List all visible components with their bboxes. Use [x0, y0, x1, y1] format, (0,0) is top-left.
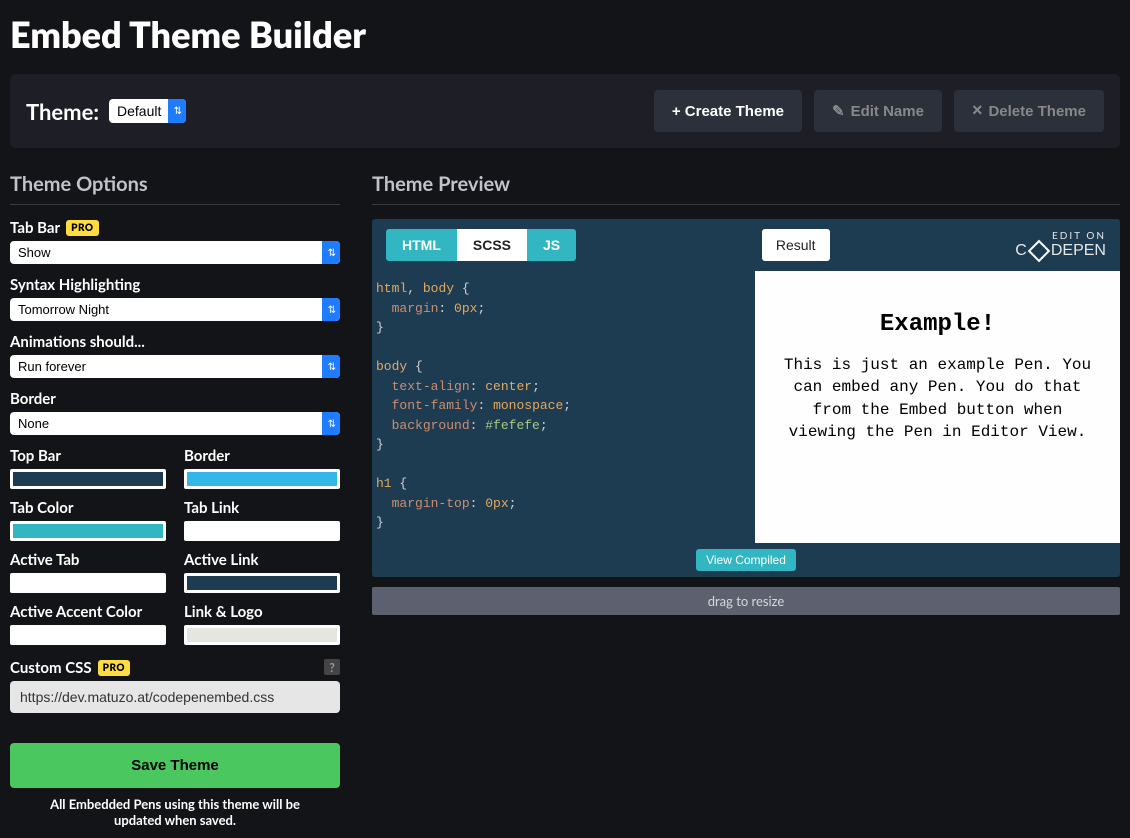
tab-bar-select[interactable]: Show	[10, 241, 340, 264]
preview-tabs: HTML SCSS JS	[386, 229, 576, 261]
pro-badge: PRO	[98, 660, 130, 676]
preview-frame: HTML SCSS JS Result EDIT ON CDEPEN html,…	[372, 219, 1120, 577]
options-title: Theme Options	[10, 172, 340, 205]
active-accent-color-label: Active Accent Color	[10, 603, 166, 621]
edit-name-label: Edit Name	[851, 103, 924, 120]
custom-css-input[interactable]	[10, 681, 340, 713]
edit-on-codepen[interactable]: EDIT ON CDEPEN	[1015, 230, 1106, 260]
active-accent-color-swatch[interactable]	[10, 625, 166, 645]
theme-toolbar: Theme: Default + Create Theme Edit Name …	[10, 74, 1120, 148]
border-select[interactable]: None	[10, 412, 340, 435]
help-icon[interactable]: ?	[324, 659, 340, 675]
tab-color-swatch[interactable]	[10, 521, 166, 541]
tab-html[interactable]: HTML	[386, 229, 457, 261]
save-note: All Embedded Pens using this theme will …	[10, 796, 340, 828]
theme-select[interactable]: Default	[109, 99, 186, 123]
codepen-cube-icon	[1028, 240, 1051, 263]
pencil-icon	[832, 102, 845, 120]
tab-bar-label: Tab Bar	[10, 219, 60, 237]
tab-link-color-label: Tab Link	[184, 499, 340, 517]
active-tab-color-label: Active Tab	[10, 551, 166, 569]
animations-select[interactable]: Run forever	[10, 355, 340, 378]
animations-label: Animations should...	[10, 333, 340, 351]
syntax-label: Syntax Highlighting	[10, 276, 340, 294]
close-icon	[972, 103, 983, 120]
delete-theme-button[interactable]: Delete Theme	[954, 90, 1104, 132]
border-label: Border	[10, 390, 340, 408]
code-pane[interactable]: html, body { margin: 0px; } body { text-…	[372, 271, 755, 543]
result-pane: Example! This is just an example Pen. Yo…	[755, 271, 1120, 543]
example-heading: Example!	[783, 311, 1092, 338]
page-title: Embed Theme Builder	[0, 0, 1130, 74]
syntax-select[interactable]: Tomorrow Night	[10, 298, 340, 321]
tab-js[interactable]: JS	[527, 229, 576, 261]
create-theme-button[interactable]: + Create Theme	[654, 90, 802, 132]
resize-handle[interactable]: drag to resize	[372, 587, 1120, 615]
options-panel: Theme Options Tab Bar PRO Show Syntax Hi…	[10, 172, 340, 828]
tab-color-label: Tab Color	[10, 499, 166, 517]
preview-title: Theme Preview	[372, 172, 1120, 205]
theme-label: Theme:	[26, 98, 99, 125]
active-link-color-swatch[interactable]	[184, 573, 340, 593]
top-bar-color-label: Top Bar	[10, 447, 166, 465]
link-logo-color-swatch[interactable]	[184, 625, 340, 645]
tab-scss[interactable]: SCSS	[457, 229, 527, 261]
edit-name-button[interactable]: Edit Name	[814, 90, 942, 132]
link-logo-color-label: Link & Logo	[184, 603, 340, 621]
border-color-label: Border	[184, 447, 340, 465]
delete-theme-label: Delete Theme	[988, 103, 1086, 120]
custom-css-label: Custom CSS	[10, 659, 92, 677]
border-color-swatch[interactable]	[184, 469, 340, 489]
active-link-color-label: Active Link	[184, 551, 340, 569]
edit-on-label: EDIT ON	[1015, 230, 1106, 242]
example-body: This is just an example Pen. You can emb…	[783, 354, 1092, 444]
top-bar-color-swatch[interactable]	[10, 469, 166, 489]
view-compiled-button[interactable]: View Compiled	[696, 549, 796, 571]
result-button[interactable]: Result	[762, 229, 830, 261]
save-theme-button[interactable]: Save Theme	[10, 743, 340, 788]
preview-panel: Theme Preview HTML SCSS JS Result EDIT O…	[372, 172, 1120, 828]
pro-badge: PRO	[66, 220, 98, 236]
active-tab-color-swatch[interactable]	[10, 573, 166, 593]
tab-link-color-swatch[interactable]	[184, 521, 340, 541]
